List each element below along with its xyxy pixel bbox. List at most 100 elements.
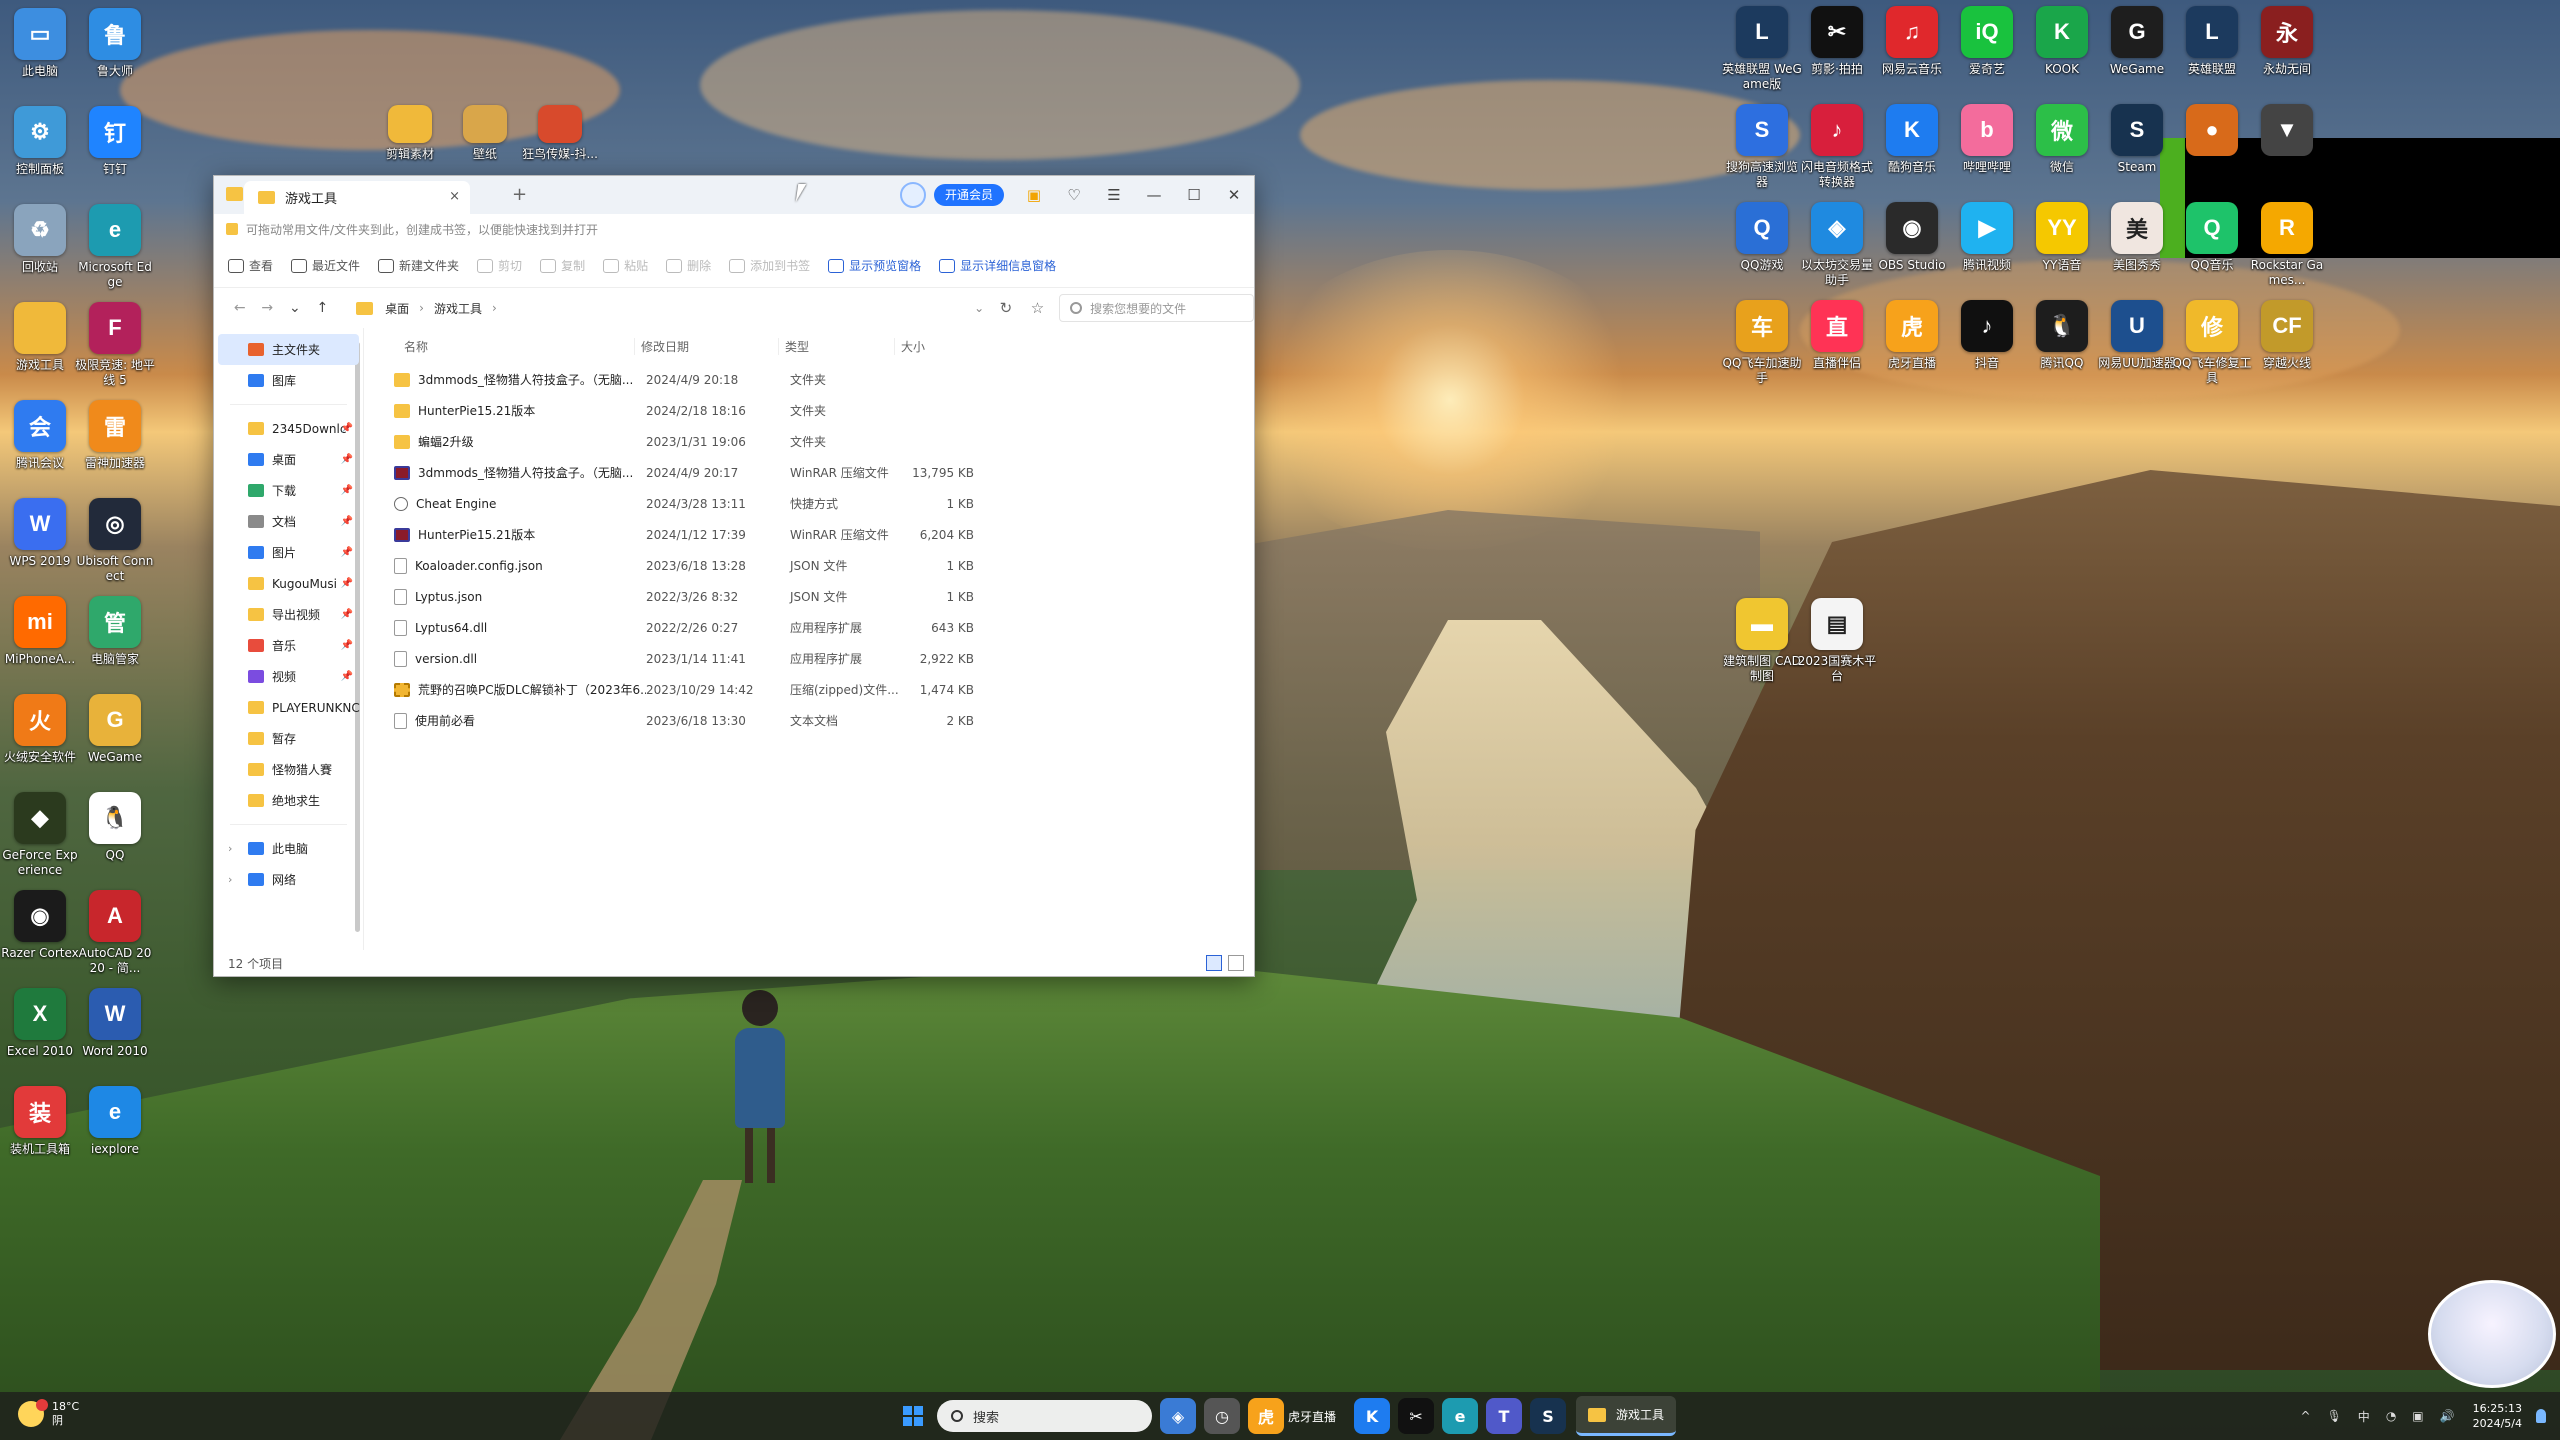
desktop-shortcut[interactable]: S Steam: [2097, 104, 2177, 175]
desktop-shortcut[interactable]: ◉ Razer Cortex: [0, 890, 80, 961]
toolbar-recent-button[interactable]: 最近文件: [291, 257, 360, 274]
start-button[interactable]: [895, 1398, 931, 1434]
mascot-widget[interactable]: [2428, 1280, 2556, 1388]
weather-widget[interactable]: 18°C 阴: [18, 1399, 79, 1428]
pin-icon[interactable]: 📌: [341, 485, 353, 496]
sidebar-item[interactable]: 图库: [214, 365, 363, 396]
address-bar[interactable]: 桌面 › 游戏工具 › ⌄: [346, 294, 990, 322]
sidebar-item[interactable]: KugouMusi 📌: [214, 568, 363, 599]
desktop-shortcut[interactable]: Q QQ游戏: [1722, 202, 1802, 273]
desktop-shortcut[interactable]: 直直播伴侣: [1797, 300, 1877, 371]
sidebar-item[interactable]: 桌面 📌: [214, 444, 363, 475]
file-explorer-window[interactable]: 游戏工具 × + 开通会员 ▣ ♡ ☰ — ☐ ✕ 可拖动常用文件/文件夹到此，…: [213, 175, 1255, 977]
desktop-shortcut[interactable]: L 英雄联盟: [2172, 6, 2252, 77]
maximize-button[interactable]: ☐: [1174, 186, 1214, 204]
table-row[interactable]: HunterPie15.21版本 2024/2/18 18:16 文件夹: [386, 395, 1254, 426]
desktop-shortcut[interactable]: e Microsoft Edge: [75, 204, 155, 290]
desktop-shortcut[interactable]: 🐧 QQ: [75, 792, 155, 863]
desktop-shortcut[interactable]: K KOOK: [2022, 6, 2102, 77]
tab-game-tools[interactable]: 游戏工具 ×: [244, 181, 470, 214]
table-row[interactable]: Lyptus64.dll 2022/2/26 0:27 应用程序扩展 643 KB: [386, 612, 1254, 643]
taskbar-teams-button[interactable]: T: [1486, 1398, 1523, 1434]
menu-icon[interactable]: ☰: [1094, 186, 1134, 204]
desktop-shortcut[interactable]: 美美图秀秀: [2097, 202, 2177, 273]
desktop-shortcut[interactable]: ◉ OBS Studio: [1872, 202, 1952, 273]
desktop-shortcut[interactable]: L 英雄联盟 WeGame版: [1722, 6, 1802, 92]
table-row[interactable]: Lyptus.json 2022/3/26 8:32 JSON 文件 1 KB: [386, 581, 1254, 612]
expand-chevron-icon[interactable]: ›: [228, 873, 232, 886]
toolbar-cut-button[interactable]: 剪切: [477, 257, 522, 274]
toolbar-delete-button[interactable]: 删除: [666, 257, 711, 274]
desktop-shortcut[interactable]: R Rockstar Games...: [2247, 202, 2327, 288]
taskbar-edge-button[interactable]: e: [1442, 1398, 1479, 1434]
sidebar-item[interactable]: 图片 📌: [214, 537, 363, 568]
expand-chevron-icon[interactable]: ›: [228, 842, 232, 855]
address-dropdown-icon[interactable]: ⌄: [974, 301, 984, 315]
table-row[interactable]: version.dll 2023/1/14 11:41 应用程序扩展 2,922 KB: [386, 643, 1254, 674]
taskbar-steam-button[interactable]: S: [1530, 1398, 1567, 1434]
pin-icon[interactable]: 📌: [341, 547, 353, 558]
search-input[interactable]: 搜索您想要的文件: [1059, 294, 1254, 322]
breadcrumb-desktop[interactable]: 桌面: [385, 300, 409, 317]
clock[interactable]: 16:25:13 2024/5/4: [2473, 1401, 2522, 1431]
tab-close-icon[interactable]: ×: [449, 189, 460, 204]
table-row[interactable]: 3dmmods_怪物猎人符技盒子。（无脑... 2024/4/9 20:17 Win…: [386, 457, 1254, 488]
desktop-shortcut[interactable]: e iexplore: [75, 1086, 155, 1157]
table-row[interactable]: Cheat Engine 2024/3/28 13:11 快捷方式 1 KB: [386, 488, 1254, 519]
desktop-shortcut[interactable]: 🐧 腾讯QQ: [2022, 300, 2102, 371]
sidebar-item[interactable]: 视频 📌: [214, 661, 363, 692]
desktop-shortcut[interactable]: 钉钉钉: [75, 106, 155, 177]
sidebar-item[interactable]: 音乐 📌: [214, 630, 363, 661]
taskbar-capcut-button[interactable]: ✂: [1398, 1398, 1435, 1434]
table-row[interactable]: 蝙蝠2升级 2023/1/31 19:06 文件夹: [386, 426, 1254, 457]
desktop-shortcut[interactable]: 游戏工具: [0, 302, 80, 373]
tiles-view-button[interactable]: [1228, 955, 1244, 971]
desktop-shortcut[interactable]: ▶ 腾讯视频: [1947, 202, 2027, 273]
toolbar-bookmark-button[interactable]: 添加到书签: [729, 257, 810, 274]
pin-icon[interactable]: 📌: [341, 423, 353, 434]
desktop-shortcut[interactable]: 鲁鲁大师: [75, 8, 155, 79]
breadcrumb-game-tools[interactable]: 游戏工具: [434, 300, 482, 317]
sidebar-item[interactable]: 暂存: [214, 723, 363, 754]
column-name[interactable]: 名称: [386, 338, 634, 355]
desktop-shortcut[interactable]: 装装机工具箱: [0, 1086, 80, 1157]
taskbar-search[interactable]: 搜索: [937, 1400, 1152, 1432]
new-tab-button[interactable]: +: [512, 184, 527, 205]
desktop-shortcut[interactable]: Q QQ音乐: [2172, 202, 2252, 273]
tray-overflow-icon[interactable]: ^: [2301, 1409, 2311, 1423]
desktop-shortcut[interactable]: 虎虎牙直播: [1872, 300, 1952, 371]
title-bar[interactable]: 游戏工具 × + 开通会员 ▣ ♡ ☰ — ☐ ✕: [214, 176, 1254, 214]
sidebar-item[interactable]: PLAYERUNKNC: [214, 692, 363, 723]
volume-icon[interactable]: 🔊: [2440, 1409, 2455, 1423]
desktop-shortcut[interactable]: U 网易UU加速器: [2097, 300, 2177, 371]
pin-icon[interactable]: 📌: [341, 609, 353, 620]
sidebar-item[interactable]: › 网络: [214, 864, 363, 895]
desktop-shortcut[interactable]: F 极限竞速: 地平线 5: [75, 302, 155, 388]
desktop-shortcut[interactable]: b 哔哩哔哩: [1947, 104, 2027, 175]
desktop-shortcut[interactable]: 车 QQ飞车加速助手: [1722, 300, 1802, 386]
history-dropdown[interactable]: ⌄: [281, 300, 309, 316]
details-view-button[interactable]: [1206, 955, 1222, 971]
taskbar-clock-app-button[interactable]: ◷: [1204, 1398, 1240, 1434]
desktop-shortcut[interactable]: W Word 2010: [75, 988, 155, 1059]
avatar[interactable]: [899, 182, 926, 208]
toolbar-new-folder-button[interactable]: 新建文件夹: [378, 257, 459, 274]
vip-button[interactable]: 开通会员: [933, 184, 1004, 206]
table-row[interactable]: HunterPie15.21版本 2024/1/12 17:39 WinRAR 压缩…: [386, 519, 1254, 550]
column-size[interactable]: 大小: [894, 337, 974, 355]
desktop-shortcut[interactable]: ♫ 网易云音乐: [1872, 6, 1952, 77]
desktop-shortcut[interactable]: 永永劫无间: [2247, 6, 2327, 77]
minimize-button[interactable]: —: [1134, 186, 1174, 204]
taskbar-kugou-button[interactable]: K: [1354, 1398, 1391, 1434]
desktop-shortcut[interactable]: W WPS 2019: [0, 498, 80, 569]
desktop-shortcut[interactable]: ▬ 建筑制图 CAD制图: [1722, 598, 1802, 684]
refresh-button[interactable]: ↻: [990, 299, 1021, 317]
sidebar-item[interactable]: 怪物猎人賽: [214, 754, 363, 785]
desktop-shortcut[interactable]: ◈ 以太坊交易量助手: [1797, 202, 1877, 288]
desktop-shortcut[interactable]: G WeGame: [75, 694, 155, 765]
desktop-shortcut[interactable]: ◎ Ubisoft Connect: [75, 498, 155, 584]
desktop-shortcut[interactable]: 管电脑管家: [75, 596, 155, 667]
desktop-shortcut[interactable]: ▼: [2247, 104, 2327, 160]
toolbar-view-button[interactable]: 查看: [228, 257, 273, 274]
ime-indicator[interactable]: 中: [2358, 1408, 2370, 1425]
